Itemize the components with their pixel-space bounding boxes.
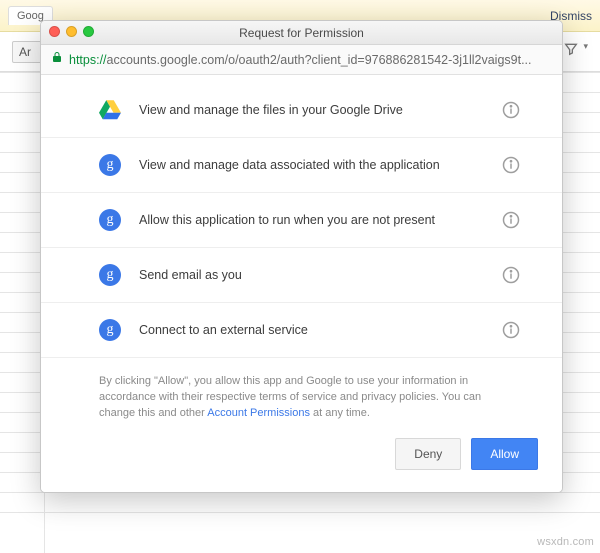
- allow-button[interactable]: Allow: [471, 438, 538, 470]
- watermark: wsxdn.com: [537, 536, 594, 548]
- google-icon: g: [99, 209, 121, 231]
- google-icon: g: [99, 154, 121, 176]
- permission-row: g View and manage data associated with t…: [41, 138, 562, 193]
- url-path: accounts.google.com/o/oauth2/auth?client…: [107, 53, 532, 67]
- disclosure-text: By clicking "Allow", you allow this app …: [41, 358, 562, 422]
- window-titlebar: Request for Permission: [41, 21, 562, 45]
- account-permissions-link[interactable]: Account Permissions: [207, 407, 310, 419]
- font-select-value: Ar: [19, 45, 31, 59]
- window-title: Request for Permission: [239, 26, 364, 40]
- drive-icon: [99, 99, 121, 121]
- permission-text: View and manage the files in your Google…: [139, 103, 484, 117]
- url-text: https://accounts.google.com/o/oauth2/aut…: [69, 53, 552, 67]
- info-icon[interactable]: [502, 211, 520, 229]
- permission-text: Send email as you: [139, 268, 484, 282]
- permission-row: g Connect to an external service: [41, 303, 562, 358]
- google-icon: g: [99, 264, 121, 286]
- permission-row: g Allow this application to run when you…: [41, 193, 562, 248]
- permission-row: g Send email as you: [41, 248, 562, 303]
- info-icon[interactable]: [502, 156, 520, 174]
- dialog-buttons: Deny Allow: [41, 422, 562, 478]
- minimize-icon[interactable]: [66, 26, 77, 37]
- permission-text: Connect to an external service: [139, 323, 484, 337]
- permission-text: Allow this application to run when you a…: [139, 213, 484, 227]
- window-controls: [49, 26, 94, 37]
- zoom-icon[interactable]: [83, 26, 94, 37]
- google-icon: g: [99, 319, 121, 341]
- info-icon[interactable]: [502, 321, 520, 339]
- url-bar: https://accounts.google.com/o/oauth2/aut…: [41, 45, 562, 75]
- disclosure-post: at any time.: [310, 407, 370, 419]
- permission-dialog: Request for Permission https://accounts.…: [40, 20, 563, 493]
- close-icon[interactable]: [49, 26, 60, 37]
- filter-icon[interactable]: ▾: [563, 41, 588, 62]
- lock-icon: [51, 50, 63, 69]
- permission-text: View and manage data associated with the…: [139, 158, 484, 172]
- permission-row: View and manage the files in your Google…: [41, 83, 562, 138]
- info-icon[interactable]: [502, 266, 520, 284]
- deny-button[interactable]: Deny: [395, 438, 461, 470]
- dialog-content: View and manage the files in your Google…: [41, 75, 562, 492]
- url-scheme: https://: [69, 53, 107, 67]
- info-icon[interactable]: [502, 101, 520, 119]
